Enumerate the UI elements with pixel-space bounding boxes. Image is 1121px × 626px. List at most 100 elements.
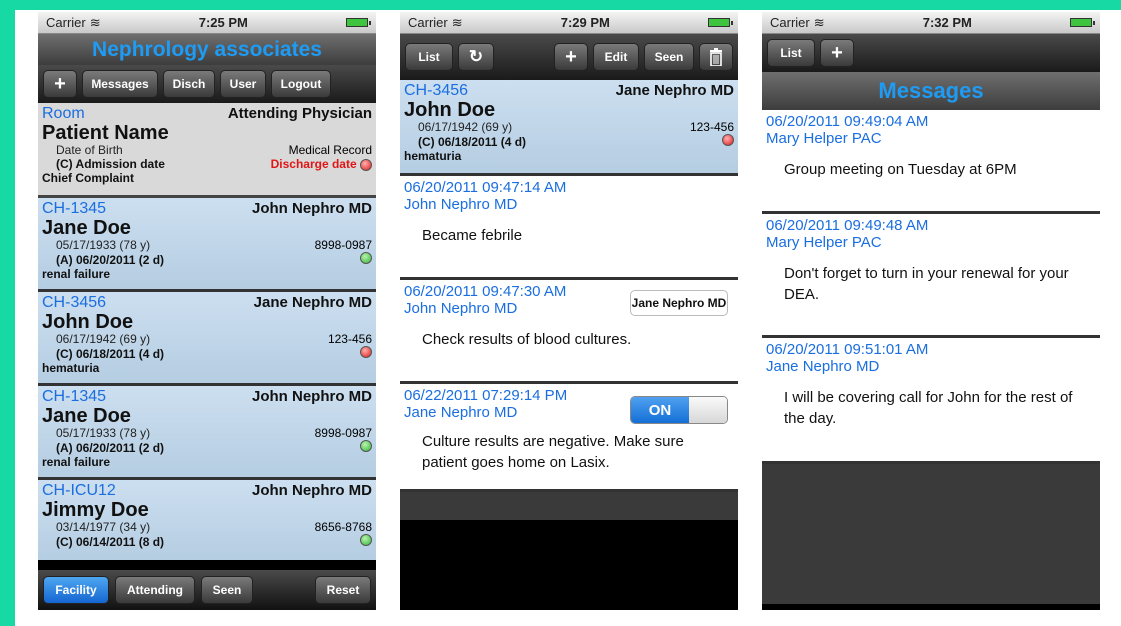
header-chief-complaint: Chief Complaint xyxy=(42,171,134,185)
disch-button[interactable]: Disch xyxy=(163,70,215,98)
logout-button[interactable]: Logout xyxy=(271,70,331,98)
seen-button[interactable]: Seen xyxy=(201,576,253,604)
patient-admission: (A) 06/20/2011 (2 d) xyxy=(56,441,165,455)
user-button[interactable]: User xyxy=(220,70,266,98)
message-timestamp: 06/20/2011 09:51:01 AM xyxy=(766,341,929,358)
header-discharge: Discharge date xyxy=(270,157,357,171)
patient-name: Jane Doe xyxy=(42,217,131,239)
clock: 7:32 PM xyxy=(922,15,972,30)
patient-room: CH-1345 xyxy=(42,388,107,405)
wifi-icon: ≋ xyxy=(451,14,463,30)
edit-button[interactable]: Edit xyxy=(593,43,639,71)
patient-physician: Jane Nephro MD xyxy=(253,294,372,311)
patient-dob: 05/17/1933 (78 y) xyxy=(56,238,151,252)
green-status-icon xyxy=(360,440,372,452)
status-bar: Carrier ≋ 7:29 PM xyxy=(400,12,738,34)
header-medical-record: Medical Record xyxy=(288,143,372,157)
battery-icon xyxy=(346,18,371,27)
patient-row[interactable]: CH-1345 John Nephro MD Jane Doe 05/17/193… xyxy=(38,198,376,292)
patient-dob: 06/17/1942 (69 y) xyxy=(418,120,513,134)
toggle-on-label: ON xyxy=(631,397,689,423)
header-attending: Attending Physician xyxy=(227,105,372,122)
patient-complaint: renal failure xyxy=(42,455,111,469)
add-button[interactable]: + xyxy=(554,43,588,71)
header-dob: Date of Birth xyxy=(56,143,123,157)
patient-complaint: hematuria xyxy=(42,361,100,375)
message-text: I will be covering call for John for the… xyxy=(784,389,1073,427)
patient-physician: John Nephro MD xyxy=(252,482,372,499)
wifi-icon: ≋ xyxy=(813,14,825,30)
message-author: Mary Helper PAC xyxy=(766,234,882,251)
note-timestamp: 06/20/2011 09:47:14 AM xyxy=(404,179,567,196)
empty-area xyxy=(762,464,1100,604)
patient-row[interactable]: CH-3456 Jane Nephro MD John Doe 06/17/194… xyxy=(38,292,376,386)
wifi-icon: ≋ xyxy=(89,14,101,30)
on-off-toggle[interactable]: ON xyxy=(630,396,728,424)
patient-mrn: 123-456 xyxy=(327,332,372,346)
patient-row[interactable]: CH-ICU12 John Nephro MD Jimmy Doe 03/14/1… xyxy=(38,480,376,560)
carrier-label: Carrier xyxy=(46,15,86,30)
patient-name: John Doe xyxy=(404,99,496,121)
patient-mrn: 8998-0987 xyxy=(314,238,372,252)
patient-physician: Jane Nephro MD xyxy=(615,82,734,99)
app-title: Nephrology associates xyxy=(38,34,376,65)
patient-room: CH-ICU12 xyxy=(42,482,116,499)
patient-room: CH-3456 xyxy=(404,82,469,99)
battery-icon xyxy=(708,18,733,27)
patient-name: Jimmy Doe xyxy=(42,499,149,521)
patient-row[interactable]: CH-1345 John Nephro MD Jane Doe 05/17/193… xyxy=(38,386,376,480)
patient-name: Jane Doe xyxy=(42,405,131,427)
patient-mrn: 8656-8768 xyxy=(314,520,372,534)
top-toolbar: List + xyxy=(762,34,1100,72)
red-status-icon xyxy=(722,134,734,146)
phone-patient-list: Carrier ≋ 7:25 PM Nephrology associates +… xyxy=(38,12,376,610)
messages-button[interactable]: Messages xyxy=(82,70,158,98)
list-button[interactable]: List xyxy=(405,43,453,71)
message-item[interactable]: 06/20/2011 09:49:48 AM Mary Helper PAC D… xyxy=(762,214,1100,338)
patient-complaint: renal failure xyxy=(42,267,111,281)
message-author: Mary Helper PAC xyxy=(766,130,882,147)
message-text: Group meeting on Tuesday at 6PM xyxy=(784,161,1017,178)
frame-top xyxy=(0,0,1121,10)
add-button[interactable]: + xyxy=(43,70,77,98)
message-text: Don't forget to turn in your renewal for… xyxy=(784,265,1069,303)
note-item[interactable]: 06/22/2011 07:29:14 PM Jane Nephro MD Cu… xyxy=(400,384,738,492)
footer-bar xyxy=(400,492,738,520)
status-bar: Carrier ≋ 7:32 PM xyxy=(762,12,1100,34)
assignee-tag[interactable]: Jane Nephro MD xyxy=(630,290,728,316)
red-status-icon xyxy=(360,346,372,358)
patient-admission: (C) 06/18/2011 (4 d) xyxy=(418,135,527,149)
status-bar: Carrier ≋ 7:25 PM xyxy=(38,12,376,34)
note-text: Check results of blood cultures. xyxy=(422,331,632,348)
note-text: Became febrile xyxy=(422,227,523,244)
note-item[interactable]: 06/20/2011 09:47:14 AM John Nephro MD Be… xyxy=(400,176,738,280)
list-button[interactable]: List xyxy=(767,39,815,67)
facility-button[interactable]: Facility xyxy=(43,576,109,604)
clock: 7:25 PM xyxy=(198,15,248,30)
add-button[interactable]: + xyxy=(820,39,854,67)
patient-room: CH-3456 xyxy=(42,294,107,311)
patient-admission: (A) 06/20/2011 (2 d) xyxy=(56,253,165,267)
patient-dob: 05/17/1933 (78 y) xyxy=(56,426,151,440)
trash-icon[interactable] xyxy=(699,43,733,71)
phone-messages: Carrier ≋ 7:32 PM List + Messages 06/20/2… xyxy=(762,12,1100,610)
red-status-icon xyxy=(360,158,372,171)
attending-button[interactable]: Attending xyxy=(115,576,195,604)
seen-button[interactable]: Seen xyxy=(644,43,694,71)
message-timestamp: 06/20/2011 09:49:04 AM xyxy=(766,113,929,130)
patient-summary: CH-3456 Jane Nephro MD John Doe 06/17/194… xyxy=(400,80,738,176)
bottom-toolbar: Facility Attending Seen Reset xyxy=(38,570,376,610)
clock: 7:29 PM xyxy=(560,15,610,30)
frame-left xyxy=(0,0,15,626)
message-item[interactable]: 06/20/2011 09:51:01 AM Jane Nephro MD I … xyxy=(762,338,1100,464)
message-item[interactable]: 06/20/2011 09:49:04 AM Mary Helper PAC G… xyxy=(762,110,1100,214)
messages-title: Messages xyxy=(762,72,1100,110)
list-header: Room Attending Physician Patient Name Dat… xyxy=(38,103,376,198)
refresh-button[interactable]: ↻ xyxy=(458,43,494,71)
header-admission: (C) Admission date xyxy=(56,157,165,171)
header-patient-name: Patient Name xyxy=(42,122,169,144)
message-author: Jane Nephro MD xyxy=(766,358,880,375)
note-item[interactable]: 06/20/2011 09:47:30 AM John Nephro MD Ch… xyxy=(400,280,738,384)
reset-button[interactable]: Reset xyxy=(315,576,371,604)
message-timestamp: 06/20/2011 09:49:48 AM xyxy=(766,217,929,234)
